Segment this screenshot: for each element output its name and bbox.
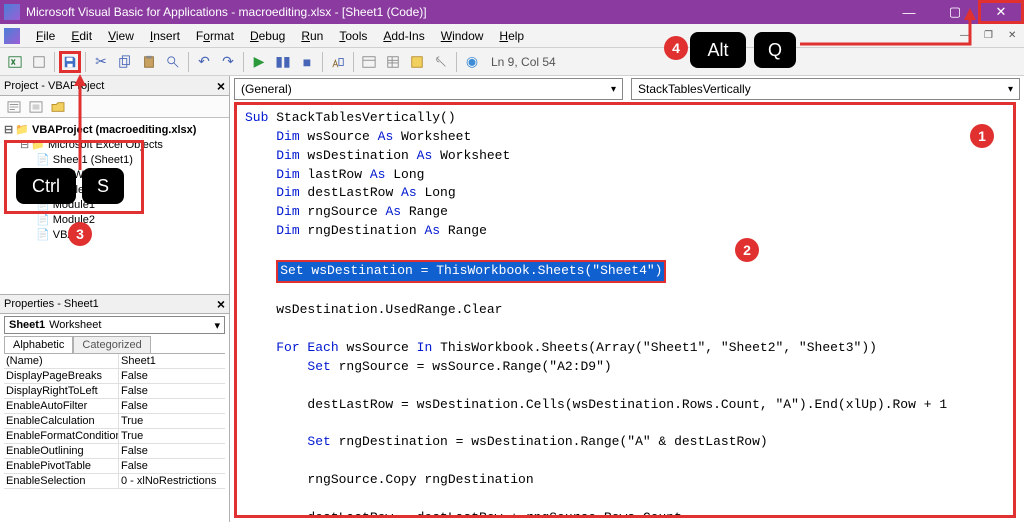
find-icon[interactable] xyxy=(162,51,184,73)
minimize-button[interactable]: — xyxy=(886,0,932,24)
alt-key-overlay: Alt xyxy=(690,32,746,68)
property-row[interactable]: DisplayRightToLeftFalse xyxy=(4,384,225,399)
tree-excel-objects[interactable]: ⊟📁 Microsoft Excel Objects xyxy=(4,137,225,152)
redo-icon[interactable]: ↷ xyxy=(217,51,239,73)
project-tree[interactable]: ⊟📁 VBAProject (macroediting.xlsx) ⊟📁 Mic… xyxy=(0,118,229,294)
tree-vba1[interactable]: 📄 VBA1 xyxy=(4,227,225,242)
cursor-position: Ln 9, Col 54 xyxy=(491,55,556,69)
s-key-overlay: S xyxy=(82,168,124,204)
help-icon[interactable]: ◉ xyxy=(461,51,483,73)
property-row[interactable]: EnablePivotTableFalse xyxy=(4,459,225,474)
properties-grid[interactable]: (Name)Sheet1DisplayPageBreaksFalseDispla… xyxy=(4,353,225,522)
cut-icon[interactable]: ✂ xyxy=(90,51,112,73)
menu-run[interactable]: Run xyxy=(293,26,331,46)
property-row[interactable]: EnableOutliningFalse xyxy=(4,444,225,459)
properties-object-selector[interactable]: Sheet1Worksheet▾ xyxy=(4,316,225,334)
project-explorer-icon[interactable] xyxy=(358,51,380,73)
property-row[interactable]: EnableAutoFilterFalse xyxy=(4,399,225,414)
titlebar: Microsoft Visual Basic for Applications … xyxy=(0,0,1024,24)
menu-insert[interactable]: Insert xyxy=(142,26,188,46)
callout-4: 4 xyxy=(664,36,688,60)
callout-1: 1 xyxy=(970,124,994,148)
view-excel-icon[interactable] xyxy=(4,51,26,73)
callout-3: 3 xyxy=(68,222,92,246)
vba-icon xyxy=(4,28,20,44)
close-button[interactable]: ✕ xyxy=(978,0,1024,24)
project-close-icon[interactable]: × xyxy=(217,78,225,94)
break-icon[interactable]: ▮▮ xyxy=(272,51,294,73)
menu-addins[interactable]: Add-Ins xyxy=(375,26,432,46)
menu-edit[interactable]: Edit xyxy=(63,26,100,46)
code-editor[interactable]: Sub StackTablesVertically() Dim wsSource… xyxy=(234,102,1016,518)
procedure-combo[interactable]: StackTablesVertically▾ xyxy=(631,78,1020,100)
project-explorer-title: Project - VBAProject × xyxy=(0,76,229,96)
q-key-overlay: Q xyxy=(754,32,796,68)
view-code-icon[interactable] xyxy=(4,98,24,116)
tab-categorized[interactable]: Categorized xyxy=(73,336,150,353)
property-row[interactable]: EnableFormatConditionsCalculationTrue xyxy=(4,429,225,444)
menu-view[interactable]: View xyxy=(100,26,142,46)
highlighted-line[interactable]: Set wsDestination = ThisWorkbook.Sheets(… xyxy=(276,260,666,283)
properties-panel-title: Properties - Sheet1 × xyxy=(0,294,229,314)
property-row[interactable]: DisplayPageBreaksFalse xyxy=(4,369,225,384)
window-title: Microsoft Visual Basic for Applications … xyxy=(26,5,886,19)
object-browser-icon[interactable] xyxy=(406,51,428,73)
paste-icon[interactable] xyxy=(138,51,160,73)
property-row[interactable]: EnableSelection0 - xlNoRestrictions xyxy=(4,474,225,489)
reset-icon[interactable]: ■ xyxy=(296,51,318,73)
object-combo[interactable]: (General)▾ xyxy=(234,78,623,100)
tree-sheet1[interactable]: 📄 Sheet1 (Sheet1) xyxy=(4,152,225,167)
menu-tools[interactable]: Tools xyxy=(331,26,375,46)
view-object-icon[interactable] xyxy=(26,98,46,116)
toolbar: ✂ ↶ ↷ ▶ ▮▮ ■ ◉ Ln 9, Col 54 xyxy=(0,48,1024,76)
menu-help[interactable]: Help xyxy=(491,26,532,46)
properties-window-icon[interactable] xyxy=(382,51,404,73)
run-icon[interactable]: ▶ xyxy=(248,51,270,73)
app-icon xyxy=(4,4,20,20)
menu-debug[interactable]: Debug xyxy=(242,26,293,46)
insert-module-icon[interactable] xyxy=(28,51,50,73)
menu-format[interactable]: Format xyxy=(188,26,242,46)
undo-icon[interactable]: ↶ xyxy=(193,51,215,73)
property-row[interactable]: (Name)Sheet1 xyxy=(4,354,225,369)
maximize-button[interactable]: ▢ xyxy=(932,0,978,24)
tree-vbaproject[interactable]: ⊟📁 VBAProject (macroediting.xlsx) xyxy=(4,122,225,137)
menu-window[interactable]: Window xyxy=(433,26,492,46)
ctrl-key-overlay: Ctrl xyxy=(16,168,76,204)
toggle-folders-icon[interactable] xyxy=(48,98,68,116)
tab-alphabetic[interactable]: Alphabetic xyxy=(4,336,73,353)
mdi-restore[interactable]: ❐ xyxy=(984,30,1000,42)
mdi-close[interactable]: ✕ xyxy=(1008,30,1024,42)
design-mode-icon[interactable] xyxy=(327,51,349,73)
menubar: File Edit View Insert Format Debug Run T… xyxy=(0,24,1024,48)
callout-2: 2 xyxy=(735,238,759,262)
save-icon[interactable] xyxy=(59,51,81,73)
menu-file[interactable]: File xyxy=(28,26,63,46)
properties-close-icon[interactable]: × xyxy=(217,296,225,312)
property-row[interactable]: EnableCalculationTrue xyxy=(4,414,225,429)
copy-icon[interactable] xyxy=(114,51,136,73)
toolbox-icon[interactable] xyxy=(430,51,452,73)
mdi-minimize[interactable]: — xyxy=(960,30,976,42)
tree-module2[interactable]: 📄 Module2 xyxy=(4,212,225,227)
